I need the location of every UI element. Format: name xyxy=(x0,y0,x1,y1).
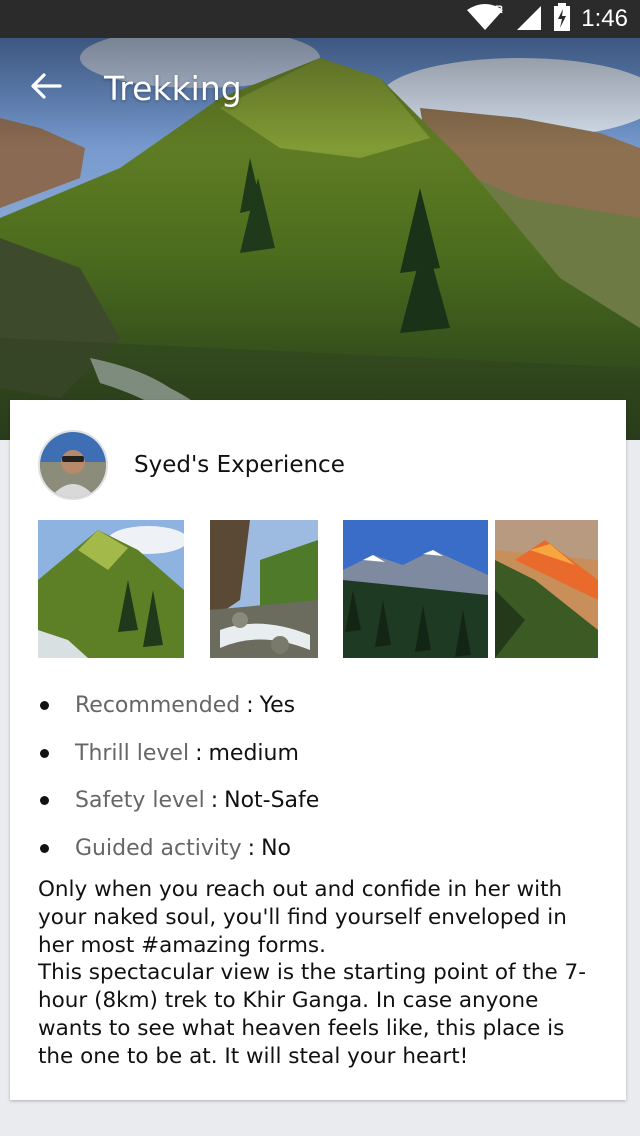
fact-value: medium xyxy=(208,740,299,766)
fact-thrill-level: Thrill level : medium xyxy=(38,730,598,778)
fact-value: No xyxy=(261,835,291,861)
signal-icon xyxy=(515,4,543,34)
fact-separator: : xyxy=(247,835,256,861)
fact-guided-activity: Guided activity : No xyxy=(38,825,598,873)
avatar[interactable] xyxy=(38,430,108,500)
fact-recommended: Recommended : Yes xyxy=(38,682,598,730)
fact-label: Recommended xyxy=(75,693,241,719)
author-row: Syed's Experience xyxy=(38,430,345,500)
experience-card: Syed's Experience Recommended: Yes Thri… xyxy=(10,400,626,1100)
experience-description: Only when you reach out and confide in h… xyxy=(38,877,586,1069)
battery-charging-icon xyxy=(553,3,571,35)
fact-separator: : xyxy=(246,693,254,719)
fact-separator: : xyxy=(195,740,203,766)
back-button[interactable] xyxy=(0,38,92,138)
gallery-photo-4[interactable] xyxy=(495,520,598,658)
arrow-left-icon xyxy=(30,72,62,104)
fact-separator: : xyxy=(210,788,219,814)
fact-value: Not-Safe xyxy=(224,788,320,814)
fact-value: Yes xyxy=(259,693,296,719)
fact-label: Thrill level xyxy=(75,740,190,766)
fact-label: Guided activity xyxy=(75,835,242,861)
status-time: 1:46 xyxy=(581,5,628,32)
fact-safety-level: Safety level : Not-Safe xyxy=(38,777,598,825)
gallery-photo-3[interactable] xyxy=(343,520,488,658)
wifi-icon: R xyxy=(465,4,505,34)
gallery-photo-1[interactable] xyxy=(38,520,184,658)
bullet-icon xyxy=(40,748,49,758)
roaming-indicator: R xyxy=(495,4,503,16)
facts-list: Recommended : Yes Thrill level : medium … xyxy=(38,682,598,872)
page-title: Trekking xyxy=(104,68,242,108)
bullet-icon xyxy=(40,701,49,711)
status-bar: R 1:46 xyxy=(0,0,640,38)
fact-label: Safety level xyxy=(75,788,205,814)
author-name: Syed's Experience xyxy=(134,452,345,478)
bullet-icon xyxy=(40,796,49,806)
gallery-photo-2[interactable] xyxy=(210,520,318,658)
photo-gallery xyxy=(38,520,598,658)
bullet-icon xyxy=(40,843,49,853)
app-bar: Trekking xyxy=(0,38,640,138)
